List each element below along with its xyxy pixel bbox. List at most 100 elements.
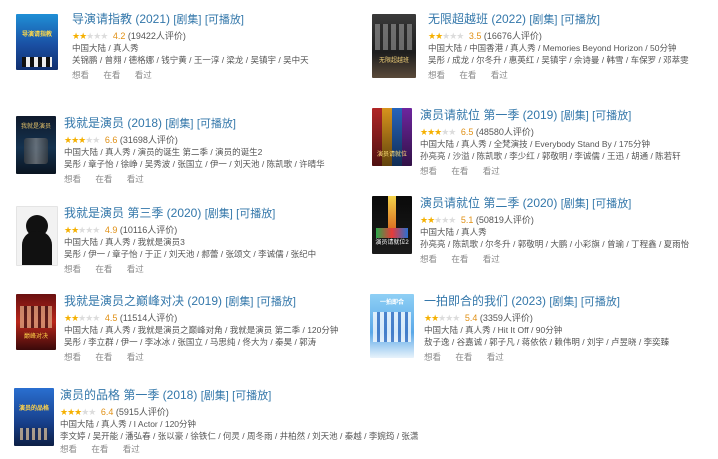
tag-series[interactable]: [剧集] bbox=[205, 208, 233, 220]
watched-button[interactable]: 看过 bbox=[487, 352, 504, 362]
actions: 想看 在看 看过 bbox=[64, 351, 338, 363]
star-rating-icon: ★★★★★ bbox=[428, 31, 464, 41]
cast-line: 李文婷 / 吴开能 / 潘弘春 / 张以豪 / 徐铁仁 / 何灵 / 周冬雨 /… bbox=[60, 431, 419, 441]
actions: 想看 在看 看过 bbox=[60, 443, 418, 455]
meta-line: 中国大陆 / 真人秀 / I Actor / 120分钟 bbox=[60, 419, 197, 429]
poster-image[interactable]: 演员的品格 bbox=[14, 388, 54, 446]
want-button[interactable]: 想看 bbox=[72, 70, 89, 80]
tag-series[interactable]: [剧集] bbox=[561, 110, 589, 122]
poster-image[interactable] bbox=[16, 206, 58, 266]
actions: 想看 在看 看过 bbox=[428, 69, 689, 81]
want-button[interactable]: 想看 bbox=[420, 254, 437, 264]
rating: ★★★★★ 4.2 (19422人评价) bbox=[72, 31, 186, 41]
star-rating-icon: ★★★★★ bbox=[64, 135, 100, 145]
meta-line: 中国大陆 / 真人秀 / 我就是演员3 bbox=[64, 237, 185, 247]
poster-image[interactable]: 演员请就位2 bbox=[372, 196, 412, 254]
want-button[interactable]: 想看 bbox=[424, 352, 441, 362]
want-button[interactable]: 想看 bbox=[64, 264, 81, 274]
actions: 想看 在看 看过 bbox=[64, 173, 325, 185]
tag-playable[interactable]: [可播放] bbox=[236, 208, 275, 220]
meta-line: 中国大陆 / 中国香港 / 真人秀 / Memories Beyond Hori… bbox=[428, 43, 677, 53]
tag-playable[interactable]: [可播放] bbox=[232, 390, 271, 402]
cast-line: 吴彤 / 章子怡 / 徐峥 / 吴秀波 / 张国立 / 伊一 / 刘天池 / 陈… bbox=[64, 159, 325, 169]
result-item: 无限超越班 无限超越班 (2022) [剧集] [可播放] ★★★★★ 3.5 … bbox=[372, 12, 712, 92]
title-link[interactable]: 演员的品格 第一季 (2018) [剧集] [可播放] bbox=[60, 388, 418, 404]
watched-button[interactable]: 看过 bbox=[123, 444, 140, 454]
result-item: 我就是演员 第三季 (2020) [剧集] [可播放] ★★★★★ 4.9 (1… bbox=[16, 206, 346, 286]
star-rating-icon: ★★★★★ bbox=[64, 225, 100, 235]
title-link[interactable]: 我就是演员之巅峰对决 (2019) [剧集] [可播放] bbox=[64, 294, 338, 310]
tag-playable[interactable]: [可播放] bbox=[592, 110, 631, 122]
watched-button[interactable]: 看过 bbox=[483, 166, 500, 176]
watching-button[interactable]: 在看 bbox=[459, 70, 476, 80]
cast-line: 敖子逸 / 谷嘉诚 / 郭子凡 / 蒋依依 / 赖伟明 / 刘宇 / 卢昱晓 /… bbox=[424, 337, 670, 347]
watching-button[interactable]: 在看 bbox=[95, 352, 112, 362]
poster-image[interactable]: 一拍即合 bbox=[370, 294, 414, 358]
cast-line: 关锦鹏 / 曾翙 / 德格娜 / 钱宁黄 / 王一淳 / 梁龙 / 吴镇宇 / … bbox=[72, 55, 309, 65]
want-button[interactable]: 想看 bbox=[420, 166, 437, 176]
result-item: 巅峰对决 我就是演员之巅峰对决 (2019) [剧集] [可播放] ★★★★★ … bbox=[16, 294, 346, 374]
tag-series[interactable]: [剧集] bbox=[173, 14, 201, 26]
watching-button[interactable]: 在看 bbox=[95, 264, 112, 274]
tag-playable[interactable]: [可播放] bbox=[205, 14, 244, 26]
tag-playable[interactable]: [可播放] bbox=[257, 296, 296, 308]
result-item: 演员请就位2 演员请就位 第二季 (2020) [剧集] [可播放] ★★★★★… bbox=[372, 196, 712, 276]
title-link[interactable]: 导演请指教 (2021) [剧集] [可播放] bbox=[72, 12, 309, 28]
actions: 想看 在看 看过 bbox=[420, 165, 681, 177]
rating: ★★★★★ 6.4 (5915人评价) bbox=[60, 407, 169, 417]
poster-image[interactable]: 巅峰对决 bbox=[16, 294, 56, 350]
watching-button[interactable]: 在看 bbox=[91, 444, 108, 454]
tag-series[interactable]: [剧集] bbox=[225, 296, 253, 308]
tag-series[interactable]: [剧集] bbox=[549, 296, 577, 308]
watched-button[interactable]: 看过 bbox=[483, 254, 500, 264]
star-rating-icon: ★★★★★ bbox=[60, 407, 96, 417]
poster-image[interactable]: 导演请指教 bbox=[16, 14, 58, 70]
tag-playable[interactable]: [可播放] bbox=[592, 198, 631, 210]
rating: ★★★★★ 6.6 (31698人评价) bbox=[64, 135, 178, 145]
watched-button[interactable]: 看过 bbox=[491, 70, 508, 80]
poster-image[interactable]: 演员请就位 bbox=[372, 108, 412, 166]
result-item: 演员请就位 演员请就位 第一季 (2019) [剧集] [可播放] ★★★★★ … bbox=[372, 108, 712, 188]
title-link[interactable]: 一拍即合的我们 (2023) [剧集] [可播放] bbox=[424, 294, 669, 310]
poster-image[interactable]: 无限超越班 bbox=[372, 14, 416, 78]
watched-button[interactable]: 看过 bbox=[127, 174, 144, 184]
watched-button[interactable]: 看过 bbox=[135, 70, 152, 80]
result-item: 我就是演员 我就是演员 (2018) [剧集] [可播放] ★★★★★ 6.6 … bbox=[16, 116, 346, 196]
rating: ★★★★★ 4.5 (11514人评价) bbox=[64, 313, 178, 323]
tag-playable[interactable]: [可播放] bbox=[561, 14, 600, 26]
watching-button[interactable]: 在看 bbox=[451, 254, 468, 264]
watching-button[interactable]: 在看 bbox=[451, 166, 468, 176]
tag-series[interactable]: [剧集] bbox=[165, 118, 193, 130]
poster-image[interactable]: 我就是演员 bbox=[16, 116, 56, 174]
rating: ★★★★★ 5.1 (50819人评价) bbox=[420, 215, 534, 225]
rating: ★★★★★ 6.5 (48580人评价) bbox=[420, 127, 534, 137]
watching-button[interactable]: 在看 bbox=[95, 174, 112, 184]
cast-line: 吴彤 / 伊一 / 章子怡 / 于正 / 刘天池 / 郝蕾 / 张颂文 / 李诚… bbox=[64, 249, 317, 259]
title-link[interactable]: 无限超越班 (2022) [剧集] [可播放] bbox=[428, 12, 689, 28]
tag-series[interactable]: [剧集] bbox=[529, 14, 557, 26]
meta-line: 中国大陆 / 真人秀 / 全梵演技 / Everybody Stand By /… bbox=[420, 139, 651, 149]
tag-playable[interactable]: [可播放] bbox=[581, 296, 620, 308]
meta-line: 中国大陆 / 真人秀 / 演员的诞生 第二季 / 演员的诞生2 bbox=[64, 147, 263, 157]
tag-playable[interactable]: [可播放] bbox=[197, 118, 236, 130]
watched-button[interactable]: 看过 bbox=[127, 352, 144, 362]
actions: 想看 在看 看过 bbox=[64, 263, 316, 275]
title-link[interactable]: 演员请就位 第一季 (2019) [剧集] [可播放] bbox=[420, 108, 681, 124]
title-link[interactable]: 我就是演员 第三季 (2020) [剧集] [可播放] bbox=[64, 206, 316, 222]
watching-button[interactable]: 在看 bbox=[455, 352, 472, 362]
rating: ★★★★★ 5.4 (3359人评价) bbox=[424, 313, 533, 323]
watched-button[interactable]: 看过 bbox=[127, 264, 144, 274]
want-button[interactable]: 想看 bbox=[64, 174, 81, 184]
actions: 想看 在看 看过 bbox=[420, 253, 689, 265]
result-item: 演员的品格 演员的品格 第一季 (2018) [剧集] [可播放] ★★★★★ … bbox=[14, 388, 418, 458]
title-link[interactable]: 演员请就位 第二季 (2020) [剧集] [可播放] bbox=[420, 196, 689, 212]
want-button[interactable]: 想看 bbox=[60, 444, 77, 454]
watching-button[interactable]: 在看 bbox=[103, 70, 120, 80]
title-link[interactable]: 我就是演员 (2018) [剧集] [可播放] bbox=[64, 116, 325, 132]
tag-series[interactable]: [剧集] bbox=[201, 390, 229, 402]
actions: 想看 在看 看过 bbox=[72, 69, 309, 81]
meta-line: 中国大陆 / 真人秀 bbox=[72, 43, 139, 53]
tag-series[interactable]: [剧集] bbox=[561, 198, 589, 210]
want-button[interactable]: 想看 bbox=[428, 70, 445, 80]
want-button[interactable]: 想看 bbox=[64, 352, 81, 362]
